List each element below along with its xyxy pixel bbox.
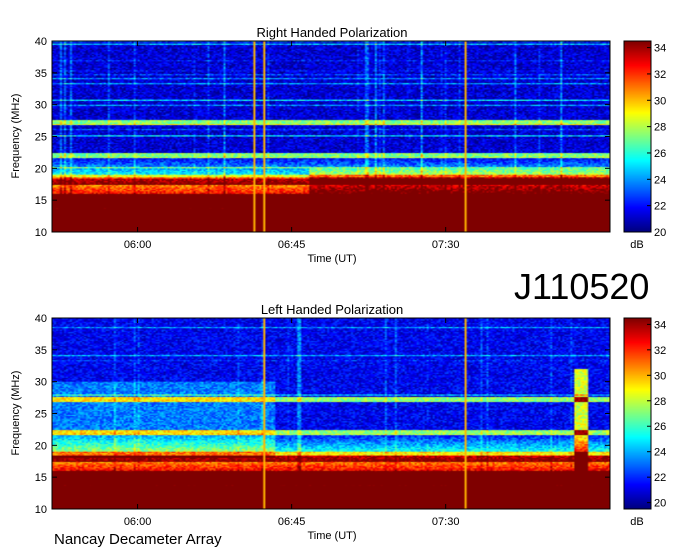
right-spectrogram-image (52, 41, 610, 232)
colorbar-tick-label: 34 (654, 319, 666, 331)
y-tick-label: 15 (35, 195, 47, 207)
colorbar-tick-label: 28 (654, 396, 666, 408)
colorbar-tick-label: 22 (654, 201, 666, 213)
x-tick-label: 06:45 (278, 516, 306, 528)
colorbar-tick-label: 32 (654, 345, 666, 357)
y-tick-label: 25 (35, 132, 47, 144)
y-tick-label: 10 (35, 504, 47, 516)
colorbar-tick-label: 30 (654, 370, 666, 382)
dynamic-spectrum-figure: Right Handed Polarization 06:00 06:45 07:3… (10, 25, 666, 548)
colorbar-tick-label: 24 (654, 174, 666, 186)
y-tick-label: 10 (35, 227, 47, 239)
colorbar-tick-label: 30 (654, 95, 666, 107)
left-spectrogram-image (52, 318, 610, 509)
right-polarization-panel: Right Handed Polarization 06:00 06:45 07:3… (10, 25, 666, 265)
colorbar-tick-label: 26 (654, 148, 666, 160)
left-xlabel: Time (UT) (307, 530, 356, 542)
y-tick-label: 15 (35, 472, 47, 484)
right-ylabel: Frequency (MHz) (10, 94, 22, 179)
right-xlabel: Time (UT) (307, 253, 356, 265)
y-tick-label: 35 (35, 345, 47, 357)
colorbar-tick-label: 22 (654, 472, 666, 484)
y-tick-label: 40 (35, 313, 47, 325)
right-panel-title: Right Handed Polarization (256, 25, 407, 40)
y-tick-label: 35 (35, 68, 47, 80)
colorbar-tick-label: 34 (654, 43, 666, 55)
colorbar-tick-label: 32 (654, 69, 666, 81)
x-tick-label: 06:45 (278, 239, 306, 251)
left-panel-title: Left Handed Polarization (261, 302, 403, 317)
x-tick-label: 06:00 (124, 516, 152, 528)
y-tick-label: 25 (35, 409, 47, 421)
y-tick-label: 40 (35, 36, 47, 48)
x-tick-label: 06:00 (124, 239, 152, 251)
y-tick-label: 30 (35, 377, 47, 389)
colorbar-tick-label: 20 (654, 227, 666, 239)
colorbar-tick-label: 28 (654, 122, 666, 134)
colorbar-tick-label: 26 (654, 421, 666, 433)
x-tick-label: 07:30 (432, 239, 460, 251)
colorbar-tick-label: 20 (654, 498, 666, 510)
y-tick-label: 30 (35, 100, 47, 112)
left-colorbar (624, 318, 651, 509)
x-tick-label: 07:30 (432, 516, 460, 528)
left-ylabel: Frequency (MHz) (10, 371, 22, 456)
event-id: J110520 (514, 266, 649, 307)
footer-label: Nancay Decameter Array (54, 531, 222, 548)
left-polarization-panel: Left Handed Polarization 06:00 06:45 07:30… (10, 302, 666, 542)
y-tick-label: 20 (35, 440, 47, 452)
y-tick-label: 20 (35, 163, 47, 175)
colorbar-tick-label: 24 (654, 447, 666, 459)
right-colorbar (624, 41, 651, 232)
right-colorbar-label: dB (630, 239, 643, 251)
left-colorbar-label: dB (630, 516, 643, 528)
